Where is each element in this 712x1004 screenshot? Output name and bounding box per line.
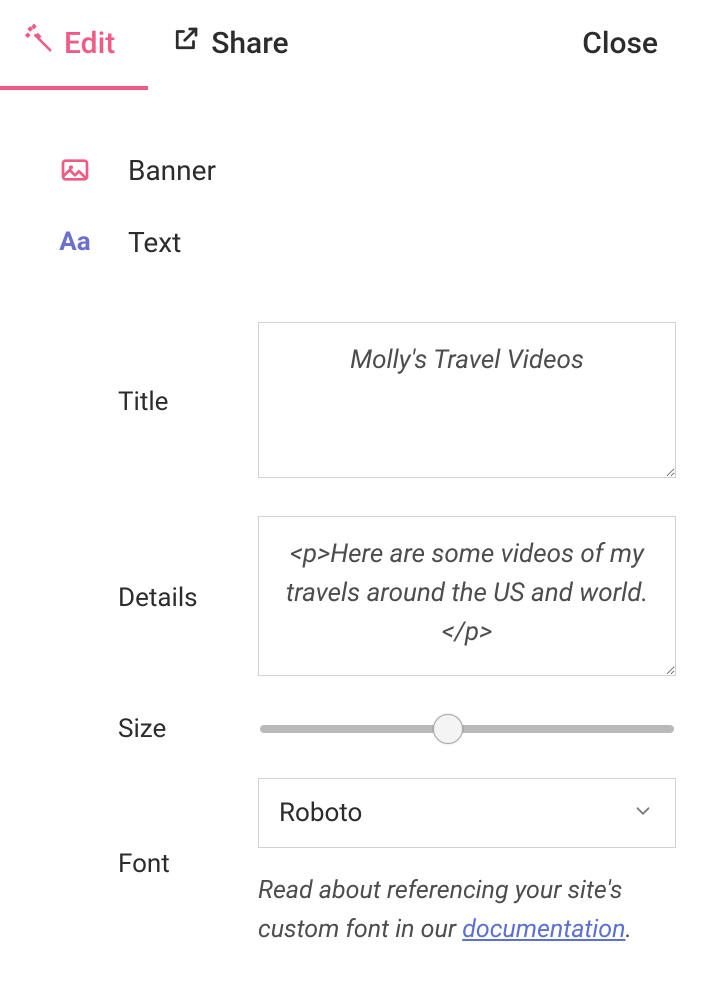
helper-suffix: . bbox=[625, 915, 631, 944]
font-label: Font bbox=[118, 849, 258, 879]
size-label: Size bbox=[118, 714, 258, 744]
font-select[interactable]: Roboto bbox=[258, 778, 676, 848]
title-row: Title bbox=[118, 322, 676, 482]
chevron-down-icon bbox=[632, 800, 654, 826]
tab-edit[interactable]: Edit bbox=[24, 24, 115, 90]
font-helper-text: Read about referencing your site's custo… bbox=[258, 872, 676, 950]
title-label: Title bbox=[118, 387, 258, 417]
share-icon bbox=[171, 24, 201, 62]
tab-edit-label: Edit bbox=[64, 26, 115, 61]
text-aa-icon: Aa bbox=[58, 227, 92, 257]
section-banner[interactable]: Banner bbox=[58, 134, 668, 206]
font-select-value: Roboto bbox=[279, 798, 362, 828]
size-slider[interactable] bbox=[260, 725, 674, 733]
tab-share-label: Share bbox=[211, 26, 288, 61]
documentation-link[interactable]: documentation bbox=[462, 915, 625, 944]
tab-bar: Edit Share Close bbox=[0, 0, 712, 90]
details-label: Details bbox=[118, 583, 258, 613]
tab-share[interactable]: Share bbox=[171, 24, 288, 90]
title-input[interactable] bbox=[258, 322, 676, 478]
section-banner-label: Banner bbox=[128, 154, 216, 187]
size-row: Size bbox=[118, 714, 676, 744]
details-row: Details bbox=[118, 516, 676, 680]
section-text-label: Text bbox=[128, 226, 181, 259]
image-icon bbox=[58, 154, 92, 186]
font-row: Font Roboto Read about referencing your … bbox=[118, 778, 676, 950]
close-label: Close bbox=[582, 26, 658, 61]
sections-list: Banner Aa Text bbox=[0, 90, 712, 278]
close-button[interactable]: Close bbox=[582, 26, 658, 89]
text-settings-form: Title Details Size Font Roboto bbox=[0, 278, 712, 950]
details-input[interactable] bbox=[258, 516, 676, 676]
section-text[interactable]: Aa Text bbox=[58, 206, 668, 278]
active-tab-underline bbox=[0, 86, 148, 90]
magic-wand-icon bbox=[24, 24, 54, 62]
